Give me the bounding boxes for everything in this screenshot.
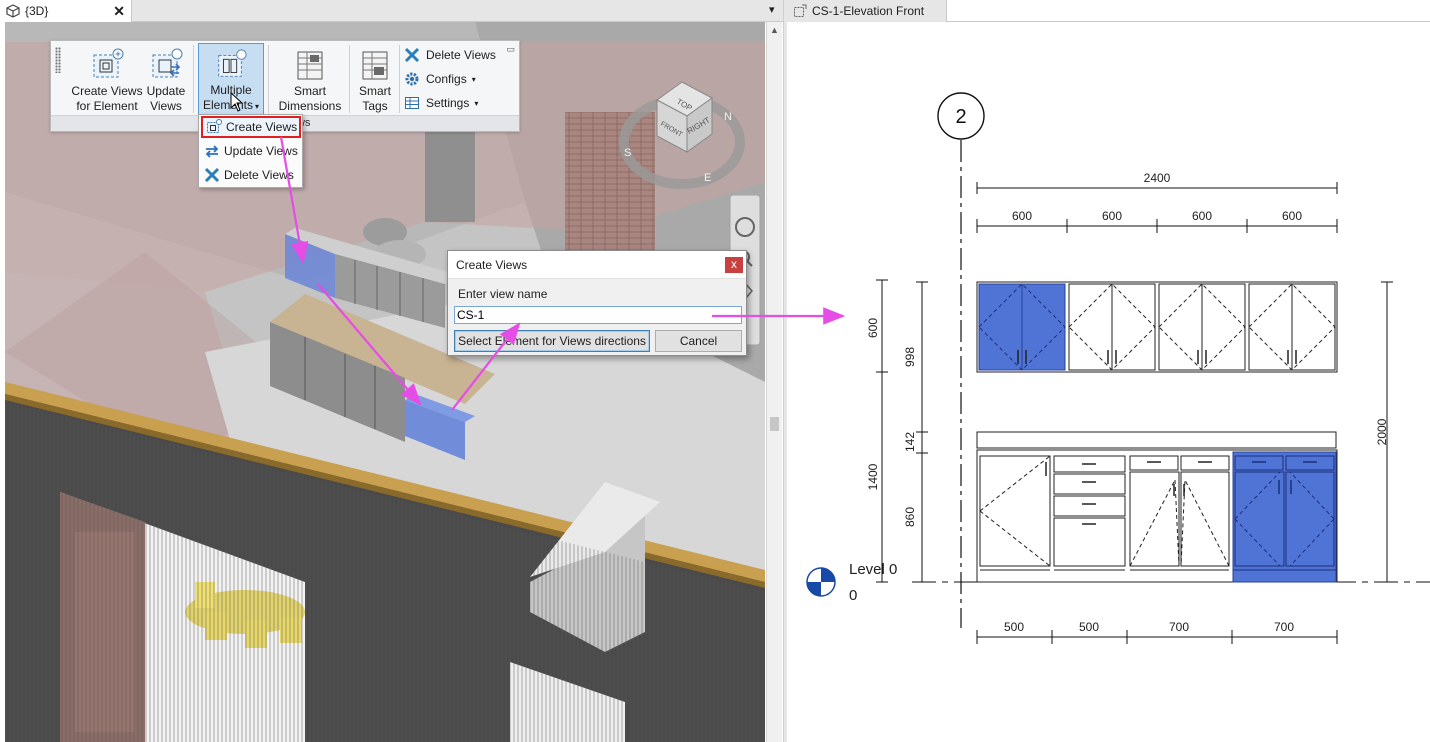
tab-3d-label: {3D} [25, 4, 49, 18]
dialog-close-button[interactable]: x [725, 257, 743, 273]
chevron-down-icon: ▾ [255, 102, 260, 111]
update-views-line2: Views [150, 99, 182, 113]
create-views-for-element-button[interactable]: Create Views for Element [71, 43, 143, 115]
settings-dropdown-caret-icon: ▾ [474, 98, 479, 108]
dim-bottom-segment: 500 [1079, 620, 1099, 634]
settings-label: Settings [426, 96, 470, 110]
update-views-button[interactable]: Update Views [143, 43, 189, 115]
update-arrows-icon [204, 143, 220, 159]
smart-tags-line1: Smart [358, 84, 391, 98]
smart-tags-icon [362, 51, 388, 80]
dialog-title: Create Views [456, 258, 528, 272]
tab-menu-caret-icon[interactable]: ▾ [769, 3, 775, 16]
view-name-label: Enter view name [458, 287, 548, 301]
create-views-for-element-line2: for Element [76, 99, 138, 113]
tab-3d-view[interactable]: {3D} ✕ [0, 0, 132, 22]
grid-bubble-label: 2 [955, 106, 966, 128]
level-name-label: Level 0 [849, 561, 897, 578]
view-name-input[interactable] [454, 306, 742, 324]
panel-grip-icon[interactable] [55, 47, 61, 73]
vertical-scrollbar[interactable]: ▲ [766, 22, 782, 742]
3d-cube-icon [6, 4, 20, 18]
update-views-icon [152, 48, 183, 78]
compass-s-label: S [624, 147, 631, 159]
ribbon-separator [349, 45, 350, 113]
elevation-view-icon [793, 4, 807, 18]
delete-views-ribbon-button[interactable]: Delete Views [403, 44, 496, 66]
level-elevation-value: 0 [849, 587, 857, 604]
dim-top-segment: 600 [1102, 209, 1122, 223]
dropdown-item-delete-views[interactable]: Delete Views [201, 164, 301, 186]
delete-x-icon [204, 167, 220, 183]
compass-e-label: E [704, 172, 711, 184]
viewcube[interactable]: TOP RIGHT FRONT S E N [612, 70, 752, 200]
elevation-view-canvas[interactable]: 2 Level 0 0 2400 600 600 600 600 600 140… [788, 22, 1430, 742]
smart-dimensions-button[interactable]: Smart Dimensions [273, 43, 347, 115]
panel-launcher-icon[interactable]: ▭ [506, 44, 515, 55]
create-views-icon [206, 119, 222, 135]
upper-cabinets[interactable] [976, 281, 1338, 373]
smart-tags-line2: Tags [362, 99, 388, 113]
scroll-up-icon[interactable]: ▲ [770, 25, 779, 35]
view-splitter[interactable] [783, 0, 787, 742]
dim-left-inner: 142 [903, 432, 917, 452]
create-views-icon [93, 48, 124, 78]
mouse-cursor-icon [230, 92, 244, 112]
dropdown-item-label: Update Views [224, 144, 298, 158]
create-views-for-element-line1: Create Views [71, 84, 143, 98]
dim-top-total: 2400 [1144, 171, 1171, 185]
tab-elevation-label: CS-1-Elevation Front [812, 4, 925, 18]
top-dimensions [976, 182, 1338, 233]
dim-top-segment: 600 [1012, 209, 1032, 223]
dim-top-segment: 600 [1192, 209, 1212, 223]
ribbon-separator [193, 45, 194, 113]
compass-n-label: N [724, 111, 732, 123]
delete-x-icon [403, 46, 421, 64]
view-tabbar-elevation: CS-1-Elevation Front [787, 0, 1430, 22]
dim-top-segment: 600 [1282, 209, 1302, 223]
smart-dimensions-icon [297, 51, 323, 80]
select-element-button[interactable]: Select Element for Views directions [454, 330, 650, 352]
dialog-titlebar[interactable]: Create Views x [448, 251, 746, 279]
lower-cabinets[interactable] [976, 431, 1338, 583]
dropdown-item-update-views[interactable]: Update Views [201, 140, 301, 162]
view-tabbar-3d: {3D} ✕ ▾ [0, 0, 783, 22]
delete-views-label: Delete Views [426, 48, 496, 62]
smart-dimensions-line1: Smart [293, 84, 326, 98]
settings-ribbon-button[interactable]: Settings ▾ [403, 92, 478, 114]
dim-bottom-segment: 700 [1274, 620, 1294, 634]
ribbon-separator [268, 45, 269, 113]
settings-table-icon [403, 94, 421, 112]
dropdown-item-create-views[interactable]: Create Views [201, 116, 301, 138]
multiple-elements-icon [218, 49, 247, 77]
configs-ribbon-button[interactable]: Configs ▾ [403, 68, 476, 90]
update-views-line1: Update [146, 84, 186, 98]
dim-bottom-segment: 700 [1169, 620, 1189, 634]
smart-dimensions-line2: Dimensions [278, 99, 342, 113]
dim-left-inner: 998 [903, 347, 917, 367]
dim-left-outer: 1400 [866, 463, 880, 490]
dim-bottom-segment: 500 [1004, 620, 1024, 634]
gear-icon [403, 70, 421, 88]
tab-elevation-view[interactable]: CS-1-Elevation Front [787, 0, 947, 22]
configs-label: Configs [426, 72, 467, 86]
smart-tags-button[interactable]: Smart Tags [353, 43, 397, 115]
dropdown-item-label: Create Views [226, 120, 298, 134]
scrollbar-thumb[interactable] [770, 417, 779, 431]
create-views-dialog: Create Views x Enter view name Select El… [447, 250, 747, 356]
dim-left-outer: 600 [866, 318, 880, 338]
dim-right-total: 2000 [1375, 418, 1389, 445]
close-tab-icon[interactable]: ✕ [113, 3, 125, 20]
multiple-elements-dropdown: Create Views Update Views Delete Views [198, 114, 303, 188]
configs-dropdown-caret-icon: ▾ [471, 74, 476, 84]
dropdown-item-label: Delete Views [224, 168, 294, 182]
ribbon-separator [399, 45, 400, 113]
dim-left-inner: 860 [903, 507, 917, 527]
cancel-button[interactable]: Cancel [655, 330, 742, 352]
